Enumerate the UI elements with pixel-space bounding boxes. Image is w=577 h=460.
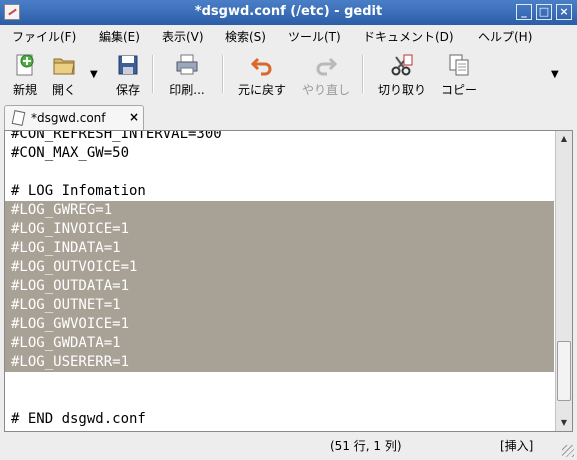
floppy-disk-icon xyxy=(116,53,140,77)
open-button[interactable]: 開く xyxy=(48,53,80,98)
insert-mode-indicator: [挿入] xyxy=(500,439,534,453)
print-button[interactable]: 印刷... xyxy=(162,53,212,98)
editor-line[interactable]: # LOG Infomation xyxy=(5,182,554,201)
document-icon xyxy=(11,110,26,126)
scroll-down-arrow-icon[interactable]: ▼ xyxy=(557,416,571,430)
editor-line[interactable]: #CON_REFRESH_INTERVAL=300 xyxy=(5,131,554,144)
maximize-button[interactable]: □ xyxy=(536,4,552,20)
close-icon: × xyxy=(559,5,569,18)
editor-line[interactable] xyxy=(5,163,554,182)
toolbar-separator xyxy=(362,55,364,93)
menu-tools[interactable]: ツール(T) xyxy=(288,28,341,45)
cursor-position: (51 行, 1 列) xyxy=(330,439,402,453)
redo-button[interactable]: やり直し xyxy=(298,53,354,98)
new-document-icon xyxy=(13,53,37,77)
copy-label: コピー xyxy=(440,83,477,97)
editor-line[interactable]: #LOG_OUTNET=1 xyxy=(5,296,554,315)
menu-edit[interactable]: 編集(E) xyxy=(99,28,140,45)
editor-frame: #CON_REFRESH_INTERVAL=300 #CON_MAX_GW=50 #… xyxy=(4,130,573,432)
cut-button[interactable]: 切り取り xyxy=(374,53,430,98)
undo-icon xyxy=(250,53,274,77)
resize-grip-icon[interactable] xyxy=(562,445,574,457)
maximize-icon: □ xyxy=(538,5,550,18)
tab-bar: *dsgwd.conf × xyxy=(0,102,577,130)
editor-line[interactable]: # END dsgwd.conf xyxy=(5,410,554,429)
editor-line[interactable]: #LOG_GWREG=1 xyxy=(5,201,554,220)
menu-view[interactable]: 表示(V) xyxy=(162,28,204,45)
open-recent-dropdown-icon[interactable]: ▼ xyxy=(90,69,98,80)
tab-dsgwd-conf[interactable]: *dsgwd.conf × xyxy=(4,105,144,130)
cut-label: 切り取り xyxy=(377,83,426,97)
menu-search[interactable]: 検索(S) xyxy=(225,28,266,45)
close-window-button[interactable]: × xyxy=(556,4,572,20)
editor-line[interactable]: #LOG_INVOICE=1 xyxy=(5,220,554,239)
editor-line[interactable]: #LOG_OUTDATA=1 xyxy=(5,277,554,296)
undo-button[interactable]: 元に戻す xyxy=(234,53,290,98)
redo-icon xyxy=(314,53,338,77)
copy-icon xyxy=(447,53,471,77)
folder-icon xyxy=(52,53,76,77)
editor-line[interactable]: #LOG_INDATA=1 xyxy=(5,239,554,258)
menu-help[interactable]: ヘルプ(H) xyxy=(478,28,532,45)
editor-line[interactable]: #LOG_GWDATA=1 xyxy=(5,334,554,353)
toolbar-separator xyxy=(152,55,154,93)
open-label: 開く xyxy=(51,83,76,97)
toolbar: 新規 開く ▼ 保存 印刷... 元に戻す やり直し 切り取り コピー ▼ xyxy=(0,47,577,103)
vertical-scrollbar[interactable]: ▲ ▼ xyxy=(555,131,572,431)
editor-line[interactable]: #LOG_USERERR=1 xyxy=(5,353,554,372)
print-label: 印刷... xyxy=(169,83,205,97)
redo-label: やり直し xyxy=(301,83,350,97)
menu-bar: ファイル(F) 編集(E) 表示(V) 検索(S) ツール(T) ドキュメント(… xyxy=(0,25,577,47)
editor-line[interactable]: #CON_MAX_GW=50 xyxy=(5,144,554,163)
scissors-icon xyxy=(390,53,414,77)
editor-line[interactable]: #LOG_GWVOICE=1 xyxy=(5,315,554,334)
editor-line[interactable] xyxy=(5,372,554,391)
scrollbar-thumb[interactable] xyxy=(557,341,571,401)
menu-file[interactable]: ファイル(F) xyxy=(12,28,76,45)
save-button[interactable]: 保存 xyxy=(112,53,144,98)
printer-icon xyxy=(175,53,199,77)
copy-button[interactable]: コピー xyxy=(438,53,480,98)
tab-close-icon[interactable]: × xyxy=(129,110,139,124)
status-bar: (51 行, 1 列) [挿入] xyxy=(0,432,577,460)
new-button[interactable]: 新規 xyxy=(8,53,42,98)
save-label: 保存 xyxy=(115,83,140,97)
window-title: *dsgwd.conf (/etc) - gedit xyxy=(194,4,383,19)
scroll-up-arrow-icon[interactable]: ▲ xyxy=(557,132,571,146)
title-bar: *dsgwd.conf (/etc) - gedit _ □ × xyxy=(0,0,577,26)
editor-line[interactable] xyxy=(5,391,554,410)
text-editor[interactable]: #CON_REFRESH_INTERVAL=300 #CON_MAX_GW=50 #… xyxy=(5,131,554,431)
toolbar-separator xyxy=(222,55,224,93)
editor-line[interactable]: #LOG_OUTVOICE=1 xyxy=(5,258,554,277)
tab-label: *dsgwd.conf xyxy=(31,111,106,125)
toolbar-overflow-icon[interactable]: ▼ xyxy=(551,69,559,80)
new-label: 新規 xyxy=(12,83,37,97)
undo-label: 元に戻す xyxy=(237,83,286,97)
minimize-button[interactable]: _ xyxy=(516,4,532,20)
menu-documents[interactable]: ドキュメント(D) xyxy=(363,28,454,45)
minimize-icon: _ xyxy=(521,5,527,18)
